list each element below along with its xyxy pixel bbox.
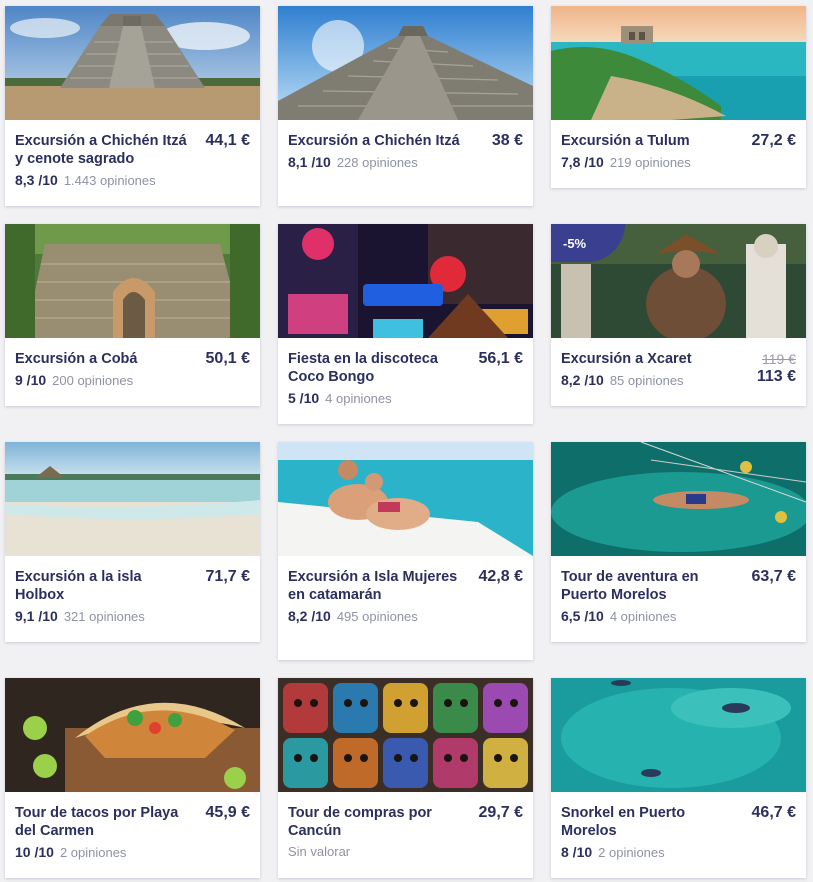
rating-line: 8,1 /10 228 opiniones	[288, 154, 523, 171]
zipline-cenote-photo[interactable]	[551, 442, 806, 556]
rating-line: 8,2 /10 495 opiniones	[288, 608, 523, 625]
rating-score: 8,3 /10	[15, 172, 58, 188]
price-value: 50,1 €	[205, 350, 250, 367]
tour-price: 27,2 €	[752, 132, 796, 150]
tour-price: 46,7 €	[752, 804, 796, 822]
price-value: 42,8 €	[478, 568, 523, 585]
rating-line: 5 /10 4 opiniones	[288, 390, 523, 407]
xcaret-show-photo[interactable]: -5%	[551, 224, 806, 338]
rating-score: 6,5 /10	[561, 608, 604, 624]
tour-grid: Excursión a Chichén Itzá y cenote sagrad…	[0, 0, 813, 882]
holbox-beach-photo[interactable]	[5, 442, 260, 556]
tour-price: 71,7 €	[206, 568, 250, 586]
mayan-masks-photo[interactable]	[278, 678, 533, 792]
price-value: 27,2 €	[751, 132, 796, 149]
rating-score: 8,2 /10	[288, 608, 331, 624]
review-count: 228 opiniones	[336, 155, 418, 170]
price-value: 46,7 €	[751, 804, 796, 821]
tour-card[interactable]: -5% Excursión a Xcaret 119 € 113 € 8,2 /…	[551, 224, 806, 406]
review-count: 219 opiniones	[609, 155, 691, 170]
tour-price: 45,9 €	[206, 804, 250, 822]
tour-price: 42,8 €	[479, 568, 523, 586]
tour-card[interactable]: Excursión a Chichén Itzá y cenote sagrad…	[5, 6, 260, 206]
review-count: 1.443 opiniones	[63, 173, 156, 188]
price-value: 113 €	[756, 368, 796, 385]
tour-card[interactable]: Fiesta en la discoteca Coco Bongo 56,1 €…	[278, 224, 533, 424]
price-value: 63,7 €	[751, 568, 796, 585]
tour-price: 38 €	[492, 132, 523, 150]
catamaran-couple-photo[interactable]	[278, 442, 533, 556]
price-value: 71,7 €	[205, 568, 250, 585]
tulum-coast-photo[interactable]	[551, 6, 806, 120]
tour-card[interactable]: Excursión a Cobá 50,1 € 9 /10 200 opinion…	[5, 224, 260, 406]
rating-line: 7,8 /10 219 opiniones	[561, 154, 796, 171]
tour-price: 56,1 €	[479, 350, 523, 368]
review-count: 321 opiniones	[63, 609, 145, 624]
tour-card[interactable]: Snorkel en Puerto Morelos 46,7 € 8 /10 2 …	[551, 678, 806, 878]
review-count: 200 opiniones	[52, 373, 134, 388]
review-count: 2 opiniones	[59, 845, 127, 860]
tour-title[interactable]: Excursión a Chichén Itzá	[288, 132, 523, 150]
tour-card[interactable]: Tour de tacos por Playa del Carmen 45,9 …	[5, 678, 260, 878]
tour-price: 50,1 €	[206, 350, 250, 368]
tour-card[interactable]: Excursión a Isla Mujeres en catamarán 42…	[278, 442, 533, 660]
chichen-itza-steps-photo[interactable]	[278, 6, 533, 120]
rating-score: 8 /10	[561, 844, 593, 860]
tour-card[interactable]: Tour de aventura en Puerto Morelos 63,7 …	[551, 442, 806, 642]
rating-line: 10 /10 2 opiniones	[15, 844, 250, 861]
rating-unrated: Sin valorar	[288, 844, 351, 859]
price-value: 45,9 €	[205, 804, 250, 821]
coco-bongo-nightlife-photo[interactable]	[278, 224, 533, 338]
rating-line: 9,1 /10 321 opiniones	[15, 608, 250, 625]
review-count: 2 opiniones	[598, 845, 665, 860]
rating-line: Sin valorar	[288, 844, 523, 860]
price-value: 38 €	[491, 132, 523, 149]
tour-card[interactable]: Excursión a la isla Holbox 71,7 € 9,1 /1…	[5, 442, 260, 642]
tour-card[interactable]: Excursión a Tulum 27,2 € 7,8 /10 219 opin…	[551, 6, 806, 188]
review-count: 495 opiniones	[336, 609, 418, 624]
coba-ruins-photo[interactable]	[5, 224, 260, 338]
rating-line: 9 /10 200 opiniones	[15, 372, 250, 389]
tour-card[interactable]: Tour de compras por Cancún 29,7 € Sin va…	[278, 678, 533, 878]
rating-score: 8,2 /10	[561, 372, 604, 388]
tour-price: 63,7 €	[752, 568, 796, 586]
rating-score: 8,1 /10	[288, 154, 331, 170]
tacos-photo[interactable]	[5, 678, 260, 792]
rating-score: 9,1 /10	[15, 608, 58, 624]
review-count: 4 opiniones	[325, 391, 392, 406]
snorkel-photo[interactable]	[551, 678, 806, 792]
rating-line: 8,3 /10 1.443 opiniones	[15, 172, 250, 189]
tour-price: 44,1 €	[206, 132, 250, 150]
original-price: 119 €	[762, 351, 796, 367]
review-count: 85 opiniones	[609, 373, 684, 388]
rating-score: 9 /10	[15, 372, 47, 388]
rating-line: 8 /10 2 opiniones	[561, 844, 796, 861]
rating-score: 7,8 /10	[561, 154, 604, 170]
tour-price: 119 € 113 €	[757, 350, 796, 386]
chichen-itza-pyramid-photo[interactable]	[5, 6, 260, 120]
tour-price: 29,7 €	[479, 804, 523, 822]
rating-score: 10 /10	[15, 844, 54, 860]
price-value: 44,1 €	[205, 132, 250, 149]
price-value: 56,1 €	[478, 350, 523, 367]
price-value: 29,7 €	[478, 804, 523, 821]
rating-line: 6,5 /10 4 opiniones	[561, 608, 796, 625]
rating-score: 5 /10	[288, 390, 320, 406]
tour-card[interactable]: Excursión a Chichén Itzá 38 € 8,1 /10 228…	[278, 6, 533, 206]
review-count: 4 opiniones	[609, 609, 677, 624]
